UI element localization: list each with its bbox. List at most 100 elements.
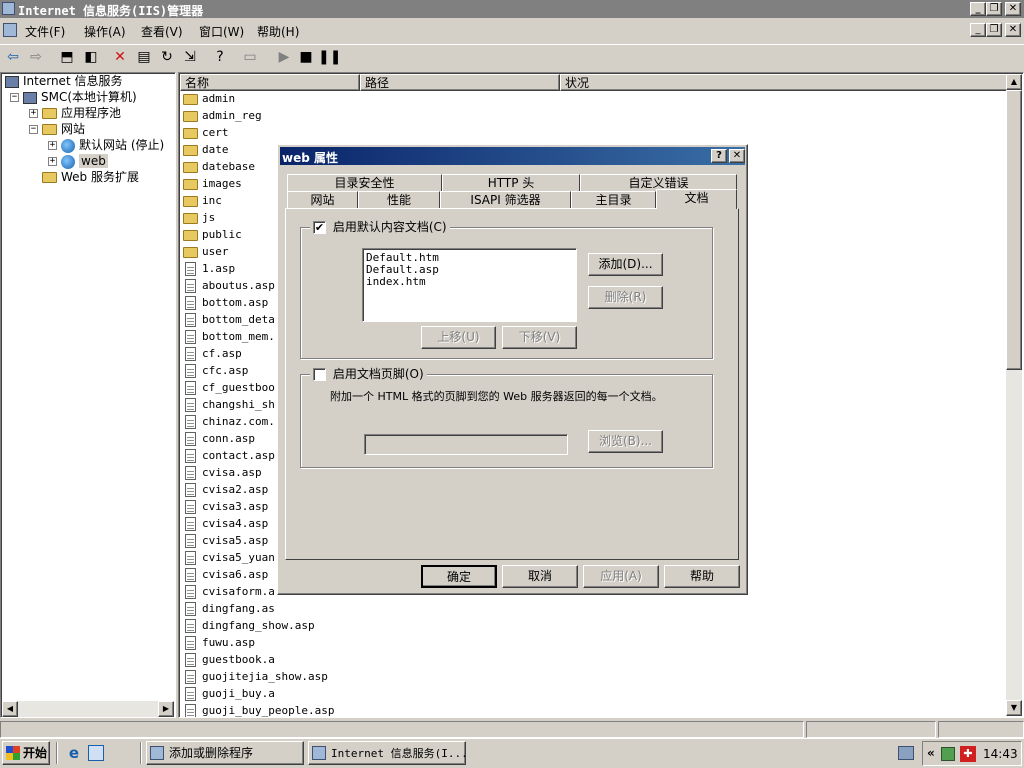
list-item-file[interactable]: guoji_buy_people.asp (183, 702, 343, 717)
restore-button[interactable]: ❐ (986, 2, 1002, 16)
tree-web-ext[interactable]: Web 服务扩展 (42, 169, 139, 185)
list-item-file[interactable]: conn.asp (183, 430, 275, 447)
menu-window[interactable]: 窗口(W) (199, 23, 244, 40)
menu-file[interactable]: 文件(F) (25, 23, 65, 40)
list-item-folder[interactable]: public (183, 226, 275, 243)
menu-action[interactable]: 操作(A) (84, 23, 126, 40)
dialog-help-button[interactable]: ? (711, 149, 727, 163)
tree-hscrollbar[interactable]: ◀ ▶ (2, 701, 174, 717)
list-item-file[interactable]: dingfang_show.asp (183, 617, 343, 634)
list-item-file[interactable]: cf.asp (183, 345, 275, 362)
expand-default-site-toggle[interactable]: + (48, 141, 57, 150)
up-folder-icon[interactable]: ⬒ (57, 47, 77, 67)
list-vscrollbar[interactable]: ▲ ▼ (1006, 74, 1022, 716)
list-item-folder[interactable]: date (183, 141, 275, 158)
list-item-file[interactable]: cvisa4.asp (183, 515, 275, 532)
show-desktop-icon[interactable] (88, 745, 104, 761)
tree-app-pools[interactable]: 应用程序池 (42, 105, 121, 121)
menu-help[interactable]: 帮助(H) (257, 23, 299, 40)
dialog-close-button[interactable]: ✕ (729, 149, 745, 163)
default-doc-item[interactable]: index.htm (366, 276, 573, 288)
expand-web-toggle[interactable]: + (48, 157, 57, 166)
ok-button[interactable]: 确定 (421, 565, 497, 588)
scroll-down-button[interactable]: ▼ (1006, 700, 1022, 716)
list-item-file[interactable]: cvisa6.asp (183, 566, 275, 583)
properties-icon[interactable]: ▤ (134, 47, 154, 67)
tab-home-directory[interactable]: 主目录 (571, 191, 656, 209)
list-item-folder[interactable]: user (183, 243, 275, 260)
move-down-button[interactable]: 下移(V) (502, 326, 577, 349)
list-item-file[interactable]: chinaz.com.tx (183, 413, 275, 430)
scroll-right-button[interactable]: ▶ (158, 701, 174, 717)
minimize-button[interactable]: _ (970, 2, 986, 16)
taskbar-iis-manager[interactable]: Internet 信息服务(I... (308, 741, 466, 765)
column-name[interactable]: 名称 (180, 74, 360, 91)
list-item-file[interactable]: bottom_detail (183, 311, 275, 328)
help-button[interactable]: 帮助 (664, 565, 740, 588)
stop-icon[interactable]: ■ (296, 47, 316, 67)
tab-documents[interactable]: 文档 (656, 189, 737, 209)
delete-icon[interactable]: ✕ (110, 47, 130, 67)
list-item-file[interactable]: cvisa3.asp (183, 498, 275, 515)
list-item-file[interactable]: 1.asp (183, 260, 275, 277)
tab-isapi-filters[interactable]: ISAPI 筛选器 (440, 191, 571, 209)
list-item-file[interactable]: cf_guestbook. (183, 379, 275, 396)
collapse-websites-toggle[interactable]: − (29, 125, 38, 134)
pause-icon[interactable]: ❚❚ (318, 47, 341, 67)
list-item-file[interactable]: fuwu.asp (183, 634, 275, 651)
taskbar-add-remove-programs[interactable]: 添加或删除程序 (146, 741, 304, 765)
apply-button[interactable]: 应用(A) (583, 565, 659, 588)
start-button[interactable]: 开始 (2, 741, 50, 765)
list-item-file[interactable]: cvisa.asp (183, 464, 275, 481)
list-item-file[interactable]: cvisa5.asp (183, 532, 275, 549)
list-item-file[interactable]: cvisaform.asp (183, 583, 275, 600)
list-item-folder[interactable]: admin_reg (183, 107, 275, 124)
list-item-file[interactable]: bottom.asp (183, 294, 275, 311)
list-item-file[interactable]: cvisa2.asp (183, 481, 275, 498)
scroll-thumb[interactable] (1006, 90, 1022, 370)
forward-arrow-icon[interactable]: ⇨ (26, 47, 46, 67)
mdi-close-button[interactable]: ✕ (1005, 23, 1021, 37)
mdi-minimize-button[interactable]: _ (970, 23, 986, 37)
tray-connection-icon[interactable] (941, 747, 955, 761)
tab-performance[interactable]: 性能 (358, 191, 440, 209)
scroll-left-button[interactable]: ◀ (2, 701, 18, 717)
list-item-file[interactable]: dingfang.asp (183, 600, 275, 617)
export-list-icon[interactable]: ⇲ (180, 47, 200, 67)
tree-websites[interactable]: 网站 (42, 121, 85, 137)
tab-website[interactable]: 网站 (287, 191, 358, 209)
tray-network-icon[interactable] (898, 746, 914, 760)
tree-default-site[interactable]: 默认网站 (停止) (61, 137, 164, 153)
play-icon[interactable]: ▶ (274, 47, 294, 67)
list-item-folder[interactable]: admin (183, 90, 275, 107)
enable-footer-checkbox[interactable] (313, 368, 326, 381)
list-item-folder[interactable]: images (183, 175, 275, 192)
cancel-button[interactable]: 取消 (502, 565, 578, 588)
list-item-file[interactable]: bottom_mem.as (183, 328, 275, 345)
close-button[interactable]: ✕ (1005, 2, 1021, 16)
default-docs-list[interactable]: Default.htm Default.asp index.htm (362, 248, 577, 322)
list-item-file[interactable]: contact.asp (183, 447, 275, 464)
list-item-file[interactable]: guoji_buy.asp (183, 685, 275, 702)
add-button[interactable]: 添加(D)... (588, 253, 663, 276)
list-item-folder[interactable]: js (183, 209, 275, 226)
mdi-restore-button[interactable]: ❐ (986, 23, 1002, 37)
app-menu-icon[interactable] (3, 23, 17, 37)
list-item-file[interactable]: changshi_show (183, 396, 275, 413)
back-arrow-icon[interactable]: ⇦ (3, 47, 23, 67)
column-path[interactable]: 路径 (360, 74, 560, 91)
tree-computer[interactable]: SMC(本地计算机) (23, 89, 137, 105)
list-item-file[interactable]: aboutus.asp (183, 277, 275, 294)
tab-directory-security[interactable]: 目录安全性 (287, 174, 442, 192)
list-item-file[interactable]: cfc.asp (183, 362, 275, 379)
list-item-folder[interactable]: cert (183, 124, 275, 141)
move-up-button[interactable]: 上移(U) (421, 326, 496, 349)
browse-button[interactable]: 浏览(B)... (588, 430, 663, 453)
computer-icon[interactable]: ▭ (240, 47, 260, 67)
tree-web[interactable]: web (61, 153, 108, 169)
list-item-file[interactable]: guestbook.asp (183, 651, 275, 668)
scroll-up-button[interactable]: ▲ (1006, 74, 1022, 90)
list-item-file[interactable]: cvisa5_yuansh (183, 549, 275, 566)
tab-http-headers[interactable]: HTTP 头 (442, 174, 580, 192)
refresh-icon[interactable]: ↻ (157, 47, 177, 67)
